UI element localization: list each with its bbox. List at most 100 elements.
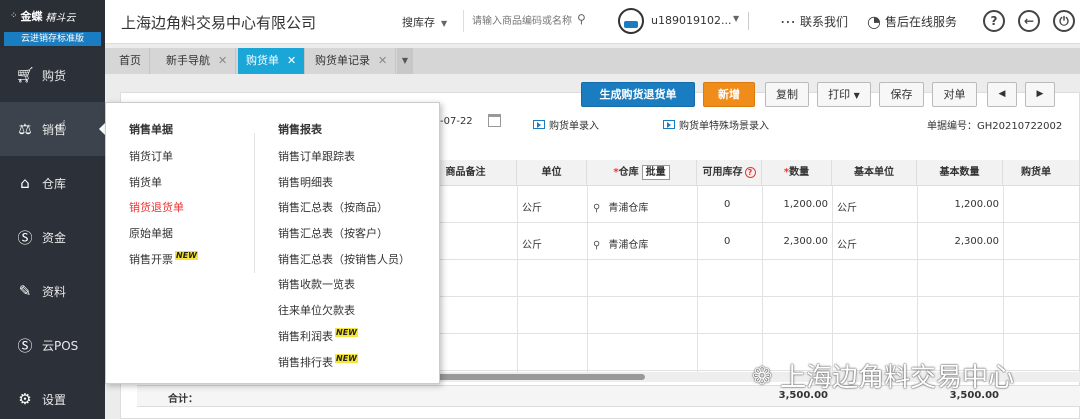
chevron-down-icon: ▼ (441, 19, 448, 28)
menu-col-documents: 销售单据 销货订单 销货单 销货退货单 原始单据 销售开票 NEW (129, 121, 198, 276)
grid-line (832, 186, 833, 372)
cell-stock: 0 (724, 236, 731, 247)
menu-item-receivables[interactable]: 往来单位欠款表 (278, 302, 410, 328)
cell-unit[interactable]: 公斤 (522, 236, 542, 251)
grid-line (762, 186, 763, 372)
sidebar-item-funds[interactable]: Ⓢ 资金 (0, 210, 105, 264)
help-icon[interactable]: ? (983, 10, 1005, 32)
generate-return-button[interactable]: 生成购货退货单 (581, 82, 695, 107)
grid-line (1003, 186, 1004, 372)
cell-warehouse[interactable]: ⚲ 青浦仓库 (593, 199, 648, 214)
close-icon[interactable]: ✕ (378, 54, 387, 67)
sidebar-item-purchase[interactable]: 🛒︎ 购货 (0, 48, 105, 102)
contact-link[interactable]: ⋯ 联系我们 (780, 12, 848, 31)
logo-icon: ⁘ (10, 11, 18, 21)
print-button[interactable]: 打印 ▼ (817, 82, 871, 107)
menu-item-sales-slip[interactable]: 销货单 (129, 174, 198, 200)
save-button[interactable]: 保存 (879, 82, 924, 107)
menu-item-profit[interactable]: 销售利润表 NEW (278, 328, 410, 354)
cell-qty[interactable]: 1,200.00 (762, 199, 828, 210)
menu-item-sales-return[interactable]: 销货退货单 (129, 199, 198, 225)
grid-line (415, 333, 1080, 334)
next-button[interactable]: ▶ (1025, 82, 1055, 107)
support-icon: ◔ (867, 12, 881, 31)
tab-label: 购货单记录 (315, 54, 370, 67)
grid-line (697, 186, 698, 372)
cell-warehouse-value: 青浦仓库 (608, 203, 649, 214)
doc-number: 单据编号：GH20210722002 (927, 121, 1063, 132)
service-link[interactable]: ◔ 售后在线服务 (867, 12, 957, 31)
tab-label: 首页 (119, 54, 141, 67)
cell-qty[interactable]: 2,300.00 (762, 236, 828, 247)
new-button[interactable]: 新增 (703, 82, 755, 107)
logo-area: ⁘ 金蝶 精斗云 云进销存标准版 (0, 0, 105, 48)
total-label: 合计： (168, 394, 198, 405)
logo: ⁘ 金蝶 精斗云 (10, 8, 76, 24)
copy-button[interactable]: 复制 (765, 82, 809, 107)
chevron-down-icon[interactable]: ▼ (733, 14, 739, 23)
menu-item-invoicing[interactable]: 销售开票 NEW (129, 251, 198, 277)
date-field[interactable]: -07-22 (440, 116, 473, 127)
batch-button[interactable]: 批量 (641, 165, 670, 180)
menu-item-receipts[interactable]: 销售收款一览表 (278, 276, 410, 302)
power-icon[interactable]: ⏻ (1053, 10, 1075, 32)
reconcile-button[interactable]: 对单 (932, 82, 977, 107)
user-name[interactable]: u189019102... (651, 14, 731, 27)
chevron-down-icon: ▼ (853, 91, 860, 100)
menu-item-label: 销售开票 (129, 252, 173, 266)
cart-icon: 🛒︎ (15, 66, 35, 84)
col-header-warehouse: *仓库 批量 (587, 160, 697, 186)
grid-line (415, 259, 1080, 260)
col-header-base-qty: 基本数量 (917, 160, 1003, 186)
tab-purchase-records[interactable]: 购货单记录 ✕ (307, 48, 397, 74)
menu-item-order-tracking[interactable]: 销售订单跟踪表 (278, 148, 410, 174)
search-icon[interactable]: ⚲ (593, 240, 600, 251)
scroll-thumb[interactable] (435, 374, 645, 380)
search-icon[interactable]: ⚲ (593, 203, 600, 214)
menu-item-summary-by-customer[interactable]: 销售汇总表（按客户） (278, 225, 410, 251)
menu-item-summary-by-product[interactable]: 销售汇总表（按商品） (278, 199, 410, 225)
sidebar-item-settings[interactable]: ⚙ 设置 (0, 372, 105, 419)
entry-link-label: 购货单录入 (549, 121, 599, 132)
warehouse-icon: ⌂ (20, 174, 30, 192)
sales-menu: 销售单据 销货订单 销货单 销货退货单 原始单据 销售开票 NEW 销售报表 销售… (105, 102, 440, 384)
special-entry-label: 购货单特殊场景录入 (679, 121, 769, 132)
close-icon[interactable]: ✕ (218, 54, 227, 67)
menu-item-summary-by-salesperson[interactable]: 销售汇总表（按销售人员） (278, 251, 410, 277)
help-icon[interactable]: ? (744, 166, 756, 178)
avatar[interactable] (618, 8, 644, 34)
prev-button[interactable]: ◀ (987, 82, 1017, 107)
menu-item-sales-detail[interactable]: 销售明细表 (278, 174, 410, 200)
menu-item-original-docs[interactable]: 原始单据 (129, 225, 198, 251)
cell-unit[interactable]: 公斤 (522, 199, 542, 214)
calendar-icon[interactable] (488, 114, 501, 127)
cell-warehouse-value: 青浦仓库 (608, 240, 649, 251)
menu-item-label: 销售排行表 (278, 355, 333, 369)
tab-home[interactable]: 首页 (111, 48, 150, 74)
grid-line (415, 296, 1080, 297)
chevron-down-icon[interactable]: ▼ (397, 48, 413, 74)
divider (748, 12, 749, 30)
sidebar-item-warehouse[interactable]: ⌂ 仓库 (0, 156, 105, 210)
pen-icon: ✎ (18, 282, 32, 300)
back-icon[interactable]: ← (1018, 10, 1040, 32)
cell-base-unit: 公斤 (837, 240, 857, 251)
sidebar-item-data[interactable]: ✎ 资料 (0, 264, 105, 318)
tab-guide[interactable]: 新手导航 ✕ (158, 48, 237, 74)
entry-link[interactable]: 购货单录入 (533, 117, 599, 132)
video-icon (663, 120, 675, 129)
sidebar-item-sales[interactable]: ⚖ 销售 (0, 102, 105, 156)
sidebar-item-pos[interactable]: Ⓢ 云POS (0, 318, 105, 372)
contact-label: 联系我们 (800, 15, 849, 29)
close-icon[interactable]: ✕ (287, 54, 296, 67)
tab-purchase-order[interactable]: 购货单 ✕ (238, 48, 306, 74)
search-icon[interactable]: ⚲ (577, 12, 586, 26)
menu-item-ranking[interactable]: 销售排行表 NEW (278, 353, 410, 380)
special-entry-link[interactable]: 购货单特殊场景录入 (663, 117, 769, 132)
tab-label: 购货单 (246, 54, 279, 67)
cell-base-unit: 公斤 (837, 203, 857, 214)
menu-heading: 销售报表 (278, 123, 322, 136)
cell-warehouse[interactable]: ⚲ 青浦仓库 (593, 236, 648, 251)
search-type-select[interactable]: 搜库存 ▼ (402, 14, 447, 30)
menu-item-sales-order[interactable]: 销货订单 (129, 148, 198, 174)
